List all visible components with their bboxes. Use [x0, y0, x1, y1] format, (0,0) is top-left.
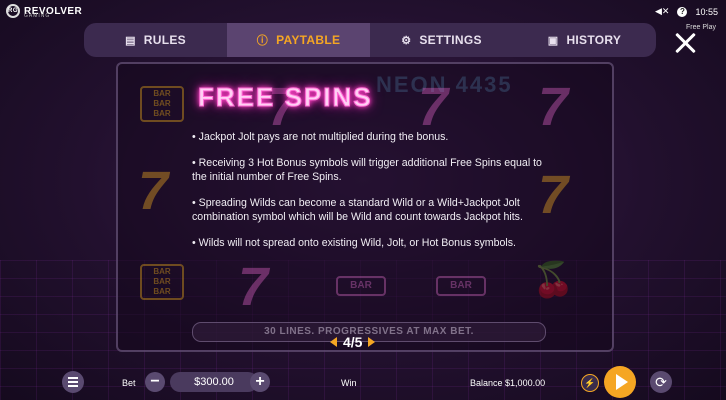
bar-symbol: BAR [336, 276, 386, 296]
free-play-label: Free Play [686, 24, 716, 31]
bar-symbol: BAR BAR BAR [140, 86, 184, 122]
bar-symbol: BAR [436, 276, 486, 296]
help-icon[interactable]: ? [677, 6, 688, 17]
autoplay-icon[interactable]: ⟳ [650, 371, 672, 393]
bet-label: Bet [122, 378, 136, 388]
tab-label: PAYTABLE [276, 33, 341, 47]
bet-decrease-button[interactable]: − [145, 372, 165, 392]
tab-label: RULES [143, 33, 186, 47]
balance-label: Balance [470, 378, 503, 388]
next-page-icon[interactable] [368, 337, 376, 347]
bar-symbol: BAR BAR BAR [140, 264, 184, 300]
tab-label: HISTORY [566, 33, 622, 47]
seven-symbol: 7 [238, 257, 269, 317]
close-icon[interactable] [674, 32, 696, 54]
spin-button[interactable] [604, 366, 636, 398]
page-indicator: 4/5 [343, 334, 363, 350]
list-item: • Jackpot Jolt pays are not multiplied d… [192, 131, 449, 143]
history-icon: ▣ [547, 34, 559, 47]
brand-sub: GAMING [24, 13, 51, 19]
list-item: • Spreading Wilds can become a standard … [192, 197, 523, 223]
page-title: FREE SPINS [198, 82, 373, 113]
balance-value: $1,000.00 [505, 378, 546, 388]
system-status: ◀✕ ? 10:55 [655, 6, 718, 17]
seven-symbol: 7 [418, 77, 449, 137]
seven-symbol: 7 [538, 77, 569, 137]
rules-list: • Jackpot Jolt pays are not multiplied d… [192, 130, 552, 262]
gear-icon: ⚙ [401, 34, 412, 47]
info-icon: ⓘ [256, 35, 269, 47]
list-item: • Wilds will not spread onto existing Wi… [192, 237, 516, 249]
bottom-bar: Bet − $300.00 + Win Balance $1,000.00 ⚡ … [0, 366, 726, 400]
seven-symbol: 7 [138, 161, 169, 221]
tab-settings[interactable]: ⚙ SETTINGS [370, 23, 513, 57]
tab-history[interactable]: ▣ HISTORY [513, 23, 656, 57]
bet-value: $300.00 [170, 372, 258, 392]
menu-button[interactable] [62, 371, 84, 393]
brand-mark: RG [6, 4, 20, 18]
tab-label: SETTINGS [419, 33, 482, 47]
rules-icon: ▤ [125, 34, 136, 47]
tab-rules[interactable]: ▤ RULES [84, 23, 227, 57]
pager: 4/5 [330, 334, 376, 350]
clock: 10:55 [695, 6, 718, 17]
bet-increase-button[interactable]: + [250, 372, 270, 392]
turbo-icon[interactable]: ⚡ [581, 374, 599, 392]
win-label: Win [341, 378, 357, 388]
tab-paytable[interactable]: ⓘ PAYTABLE [227, 23, 370, 57]
prev-page-icon[interactable] [330, 337, 337, 347]
cherry-symbol: 🍒 [532, 261, 575, 299]
play-icon [615, 374, 628, 390]
mute-icon[interactable]: ◀✕ [655, 6, 669, 17]
list-item: • Receiving 3 Hot Bonus symbols will tri… [192, 157, 542, 183]
menu-tabs: ▤ RULES ⓘ PAYTABLE ⚙ SETTINGS ▣ HISTORY [84, 23, 656, 57]
balance: Balance $1,000.00 [470, 378, 545, 388]
